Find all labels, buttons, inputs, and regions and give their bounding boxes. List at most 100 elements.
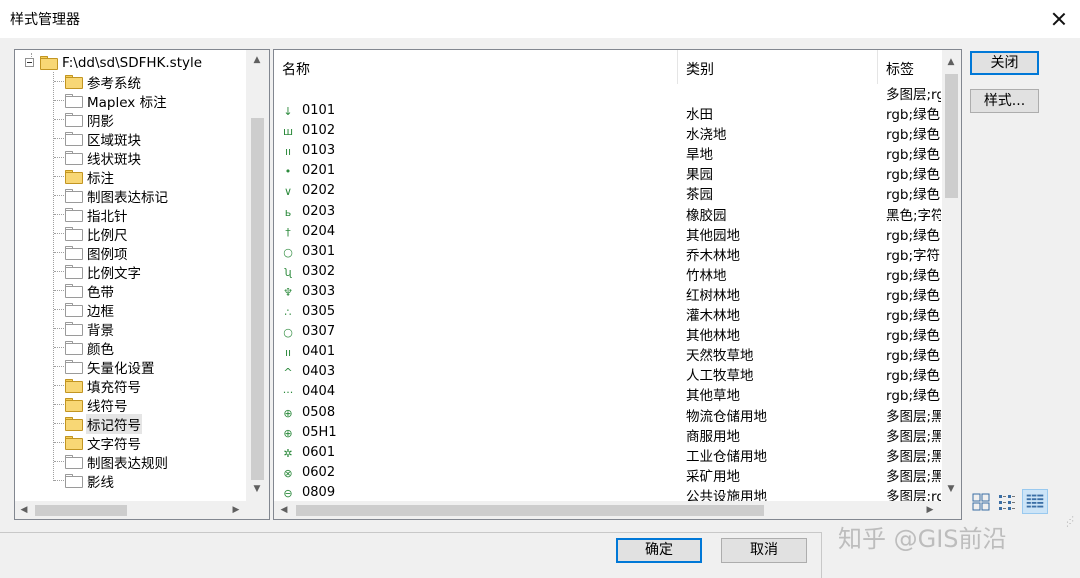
scroll-left-icon[interactable]: ◀ <box>18 504 30 516</box>
folder-icon <box>65 340 83 355</box>
tree-item[interactable]: 标记符号 <box>65 413 142 434</box>
tree-root[interactable]: F:\dd\sd\SDFHK.style <box>25 53 203 72</box>
scroll-thumb[interactable] <box>251 118 264 480</box>
scroll-thumb[interactable] <box>35 505 127 516</box>
scroll-left-icon[interactable]: ◀ <box>278 504 290 516</box>
symbol-list-panel[interactable]: 名称 类别 标签 多图层;rg ↓ 0101 水田 rgb;绿色;1 ш 0102 水浇地 r… <box>273 49 962 520</box>
list-row[interactable]: ✲ 0601 工业仓储用地 多图层;黑 <box>274 444 942 465</box>
folder-icon <box>65 245 83 260</box>
column-header-tag[interactable]: 标签 <box>878 50 942 84</box>
list-row[interactable]: ∨ 0202 茶园 rgb;绿色;1 <box>274 182 942 203</box>
style-tree-panel[interactable]: F:\dd\sd\SDFHK.style 参考系统 Maplex 标注 阴影 区域斑块线… <box>14 49 270 520</box>
list-row[interactable]: ıı 0103 旱地 rgb;绿色;1 <box>274 142 942 164</box>
list-row[interactable]: † 0204 其他园地 rgb;绿色;1 <box>274 223 942 244</box>
list-row[interactable]: ↓ 0101 水田 rgb;绿色;1 <box>274 102 942 123</box>
tree-item[interactable]: 参考系统 <box>65 72 142 92</box>
tree-item[interactable]: 区域斑块 <box>65 129 142 149</box>
tree-item[interactable]: 色带 <box>65 281 115 301</box>
scroll-thumb[interactable] <box>945 74 958 198</box>
symbol-category: 竹林地 <box>686 267 727 284</box>
symbol-name: 0809 <box>302 484 336 500</box>
symbol-category: 其他园地 <box>686 227 740 244</box>
symbol-icon: ⊕ <box>283 426 293 440</box>
scroll-up-icon[interactable]: ▲ <box>251 54 263 66</box>
list-row[interactable]: ш 0102 水浇地 rgb;绿色;1 <box>274 122 942 143</box>
tree-item[interactable]: 矢量化设置 <box>65 357 156 377</box>
list-row[interactable]: • 0201 果园 rgb;绿色;1 <box>274 162 942 184</box>
symbol-category: 红树林地 <box>686 287 740 304</box>
tree-item[interactable]: 指北针 <box>65 205 129 225</box>
symbol-icon: ⊗ <box>283 466 293 480</box>
list-row[interactable]: ⊕ 0508 物流仓储用地 多图层;黑 <box>274 404 942 425</box>
tree-item-label: 影线 <box>87 474 114 491</box>
scroll-down-icon[interactable]: ▼ <box>945 483 957 495</box>
tree-item[interactable]: 影线 <box>65 471 115 491</box>
symbol-name: 0201 <box>302 163 336 179</box>
column-header-name[interactable]: 名称 <box>274 50 678 84</box>
tree-item[interactable]: 颜色 <box>65 338 115 358</box>
cancel-button[interactable]: 取消 <box>721 538 807 563</box>
symbol-category: 橡胶园 <box>686 207 727 224</box>
tree-item-label: Maplex 标注 <box>87 94 167 111</box>
scroll-up-icon[interactable]: ▲ <box>945 56 957 68</box>
collapse-icon[interactable] <box>25 58 34 67</box>
tree-item[interactable]: 线状斑块 <box>65 148 142 168</box>
tree-item[interactable]: 边框 <box>65 300 115 320</box>
scroll-right-icon[interactable]: ▶ <box>924 504 936 516</box>
list-row[interactable]: ʯ 0302 竹林地 rgb;绿色;1 <box>274 263 942 284</box>
tree-item[interactable]: 比例文字 <box>65 262 142 282</box>
tree-item[interactable]: Maplex 标注 <box>65 91 168 111</box>
close-button[interactable]: 关闭 <box>970 51 1039 75</box>
list-row[interactable]: ь 0203 橡胶园 黑色;字符 <box>274 203 942 224</box>
list-row[interactable]: ○ 0301 乔木林地 rgb;字符;1 <box>274 243 942 264</box>
tree-item[interactable]: 背景 <box>65 319 115 339</box>
large-icons-view-icon[interactable] <box>971 492 991 512</box>
tree-item[interactable]: 阴影 <box>65 110 115 130</box>
scroll-right-icon[interactable]: ▶ <box>230 504 242 516</box>
symbol-name: 05H1 <box>302 424 337 440</box>
scroll-thumb[interactable] <box>296 505 764 516</box>
symbol-category: 采矿用地 <box>686 468 740 485</box>
list-row-partial[interactable]: 多图层;rg <box>274 82 942 103</box>
list-row[interactable]: ⊗ 0602 采矿用地 多图层;黑 <box>274 464 942 485</box>
tree-item[interactable]: 图例项 <box>65 243 129 263</box>
ok-button[interactable]: 确定 <box>616 538 702 563</box>
tree-item[interactable]: 线符号 <box>65 395 129 415</box>
symbol-tag: rgb;绿色;1 <box>886 147 941 164</box>
tree-item[interactable]: 标注 <box>65 167 115 187</box>
symbol-tag: rgb;字符;1 <box>886 247 941 264</box>
tree-vertical-scrollbar[interactable]: ▲ ▼ <box>246 50 269 501</box>
list-horizontal-scrollbar[interactable]: ◀ ▶ <box>274 501 961 519</box>
list-row[interactable]: ○ 0307 其他林地 rgb;绿色;1 <box>274 323 942 344</box>
tree-item-label: 文字符号 <box>87 436 141 453</box>
folder-icon <box>65 264 83 279</box>
tag-cell: 多图层;rg <box>886 87 941 103</box>
list-row[interactable]: ··· 0404 其他草地 rgb;绿色;1 <box>274 383 942 404</box>
tree-item[interactable]: 文字符号 <box>65 433 142 453</box>
symbol-name: 0401 <box>302 344 336 360</box>
style-button[interactable]: 样式... <box>970 89 1039 113</box>
list-view-icon[interactable] <box>997 492 1017 512</box>
tree-item[interactable]: 填充符号 <box>65 376 142 396</box>
close-window-icon[interactable] <box>1045 6 1073 32</box>
tree-item-label: 颜色 <box>87 341 114 358</box>
tree-item[interactable]: 比例尺 <box>65 224 129 244</box>
list-row[interactable]: ♆ 0303 红树林地 rgb;绿色;1 <box>274 283 942 304</box>
scroll-down-icon[interactable]: ▼ <box>251 483 263 495</box>
symbol-category: 商服用地 <box>686 428 740 445</box>
list-row[interactable]: ∴ 0305 灌木林地 rgb;绿色;1 <box>274 303 942 324</box>
list-row[interactable]: ıı 0401 天然牧草地 rgb;绿色;1 <box>274 343 942 364</box>
tree-horizontal-scrollbar[interactable]: ◀ ▶ <box>15 501 269 519</box>
details-view-icon[interactable] <box>1022 489 1048 514</box>
tree-item[interactable]: 制图表达规则 <box>65 452 169 472</box>
symbol-category: 果园 <box>686 167 713 184</box>
symbol-category: 工业仓储用地 <box>686 448 767 465</box>
folder-icon <box>65 454 83 469</box>
symbol-name: 0302 <box>302 263 336 279</box>
list-vertical-scrollbar[interactable]: ▲ ▼ <box>942 50 961 501</box>
list-row[interactable]: ^ 0403 人工牧草地 rgb;绿色;1 <box>274 363 942 384</box>
resize-grip-icon[interactable]: ⋰ ⋰ <box>1066 516 1074 528</box>
list-row[interactable]: ⊕ 05H1 商服用地 多图层;黑 <box>274 424 942 445</box>
column-header-category[interactable]: 类别 <box>678 50 878 84</box>
tree-item[interactable]: 制图表达标记 <box>65 186 169 206</box>
